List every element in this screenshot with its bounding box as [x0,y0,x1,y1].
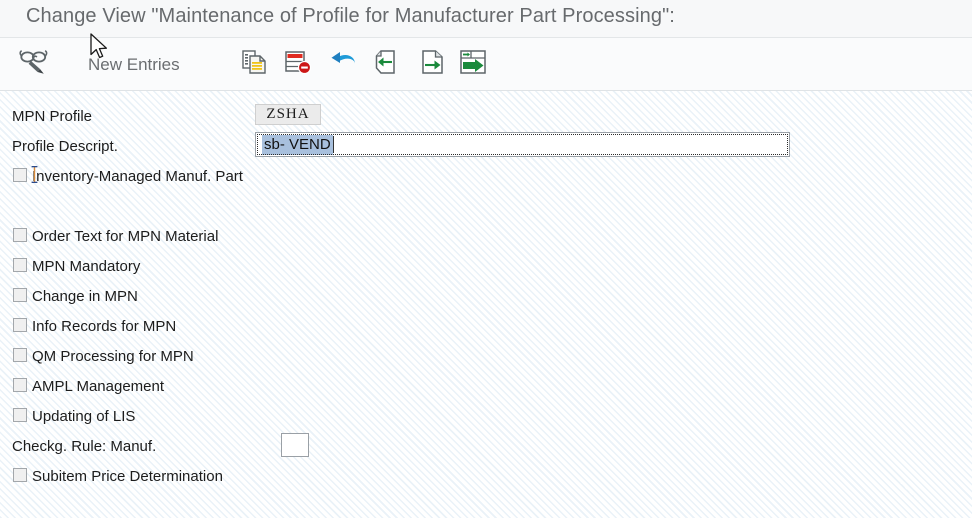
page-left-arrow-icon [374,48,402,81]
delete-row-icon [283,48,313,81]
checkbox-box-icon[interactable] [13,168,27,182]
select-details-button[interactable] [459,38,487,91]
checkbox-mpn-mandatory[interactable]: MPN Mandatory [0,254,972,278]
checkbox-change-in-mpn[interactable]: Change in MPN [0,284,972,308]
delete-button[interactable] [283,38,313,91]
undo-arrow-icon [329,49,359,80]
checkbox-info-records-for-mpn[interactable]: Info Records for MPN [0,314,972,338]
checkbox-label: Order Text for MPN Material [32,228,218,245]
page-title: Change View "Maintenance of Profile for … [26,5,675,28]
form-content-area: MPN Profile ZSHA Profile Descript. sb- V… [0,91,972,518]
new-entries-label: New Entries [88,55,180,75]
checkbox-qm-processing-for-mpn[interactable]: QM Processing for MPN [0,344,972,368]
mpn-profile-label: MPN Profile [12,108,92,125]
checkbox-box-icon[interactable] [13,378,27,392]
checkbox-label: Info Records for MPN [32,318,176,335]
checkbox-ampl-management[interactable]: AMPL Management [0,374,972,398]
checkbox-box-icon[interactable] [13,228,27,242]
previous-entry-button[interactable] [374,38,402,91]
mpn-profile-row: MPN Profile ZSHA [0,101,972,131]
checkbox-label: AMPL Management [32,378,164,395]
checkbox-box-icon[interactable] [13,258,27,272]
checkbox-label: Updating of LIS [32,408,135,425]
checkbox-label: Subitem Price Determination [32,468,223,485]
checkbox-label: Change in MPN [32,288,138,305]
next-entry-button[interactable] [417,38,445,91]
profile-descript-input[interactable]: sb- VEND [255,132,790,157]
checkbox-inventory-managed-manuf-part[interactable]: Inventory-Managed Manuf. Part [0,164,972,188]
display-change-button[interactable] [18,38,50,91]
main-toolbar: New Entries [0,38,972,91]
arrow-into-box-icon [459,48,487,81]
checkg-rule-manuf-row: Checkg. Rule: Manuf. [0,431,972,461]
copy-icon [241,48,269,81]
checkbox-subitem-price-determination[interactable]: Subitem Price Determination [0,464,972,488]
copy-as-button[interactable] [241,38,269,91]
checkbox-box-icon[interactable] [13,318,27,332]
checkbox-box-icon[interactable] [13,348,27,362]
checkbox-box-icon[interactable] [13,288,27,302]
checkbox-label: MPN Mandatory [32,258,140,275]
checkbox-updating-of-lis[interactable]: Updating of LIS [0,404,972,428]
checkbox-label: Inventory-Managed Manuf. Part [32,168,243,185]
checkbox-box-icon[interactable] [13,468,27,482]
checkg-rule-manuf-label: Checkg. Rule: Manuf. [12,438,156,455]
profile-descript-label: Profile Descript. [12,138,118,155]
checkbox-label: QM Processing for MPN [32,348,194,365]
text-caret [333,136,334,153]
new-entries-button[interactable]: New Entries [88,38,180,91]
mpn-profile-value: ZSHA [255,104,321,125]
checkbox-box-icon[interactable] [13,408,27,422]
profile-descript-row: Profile Descript. sb- VEND [0,131,972,161]
profile-descript-value: sb- VEND [262,135,333,155]
checkbox-order-text-for-mpn-material[interactable]: Order Text for MPN Material [0,224,972,248]
window-title-bar: Change View "Maintenance of Profile for … [0,0,972,38]
glasses-pencil-icon [18,47,50,82]
undo-button[interactable] [329,38,359,91]
page-right-arrow-icon [417,48,445,81]
checkg-rule-manuf-input[interactable] [281,433,309,457]
